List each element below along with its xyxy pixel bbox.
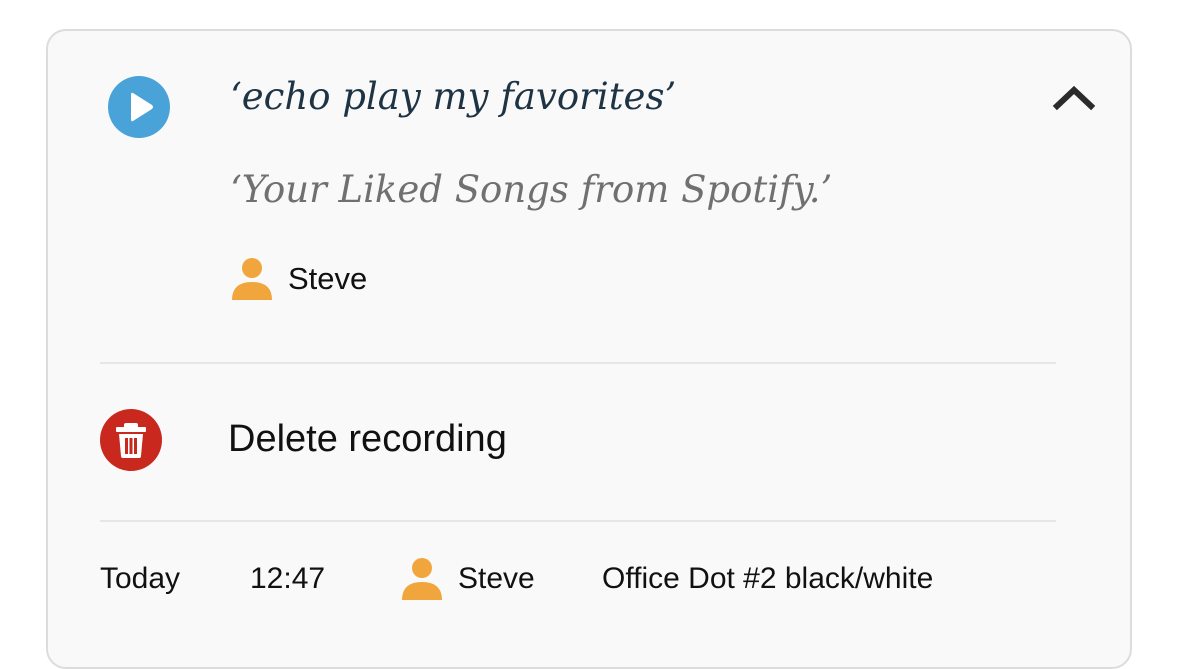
trash-icon bbox=[116, 423, 146, 458]
collapse-button[interactable] bbox=[1048, 79, 1100, 115]
utterance-text: ‘echo play my favorites’ bbox=[230, 75, 677, 118]
recording-meta-row: Today 12:47 Steve Office Dot #2 black/wh… bbox=[100, 553, 933, 605]
response-text: ‘Your Liked Songs from Spotify.’ bbox=[230, 168, 833, 211]
person-icon bbox=[402, 558, 442, 600]
delete-recording-button[interactable] bbox=[100, 409, 162, 471]
recording-device: Office Dot #2 black/white bbox=[602, 562, 934, 595]
speaker-row: Steve bbox=[230, 253, 367, 305]
delete-recording-label[interactable]: Delete recording bbox=[228, 418, 507, 461]
play-icon bbox=[131, 92, 153, 122]
recording-speaker: Steve bbox=[458, 562, 535, 595]
person-icon bbox=[232, 258, 272, 300]
play-recording-button[interactable] bbox=[108, 76, 170, 138]
voice-history-card: ‘echo play my favorites’ ‘Your Liked Son… bbox=[46, 29, 1132, 669]
divider bbox=[100, 362, 1056, 364]
chevron-up-icon bbox=[1052, 85, 1096, 111]
recording-time: 12:47 bbox=[250, 562, 326, 595]
recording-date: Today bbox=[100, 562, 181, 595]
divider bbox=[100, 520, 1056, 522]
speaker-name: Steve bbox=[288, 261, 368, 296]
